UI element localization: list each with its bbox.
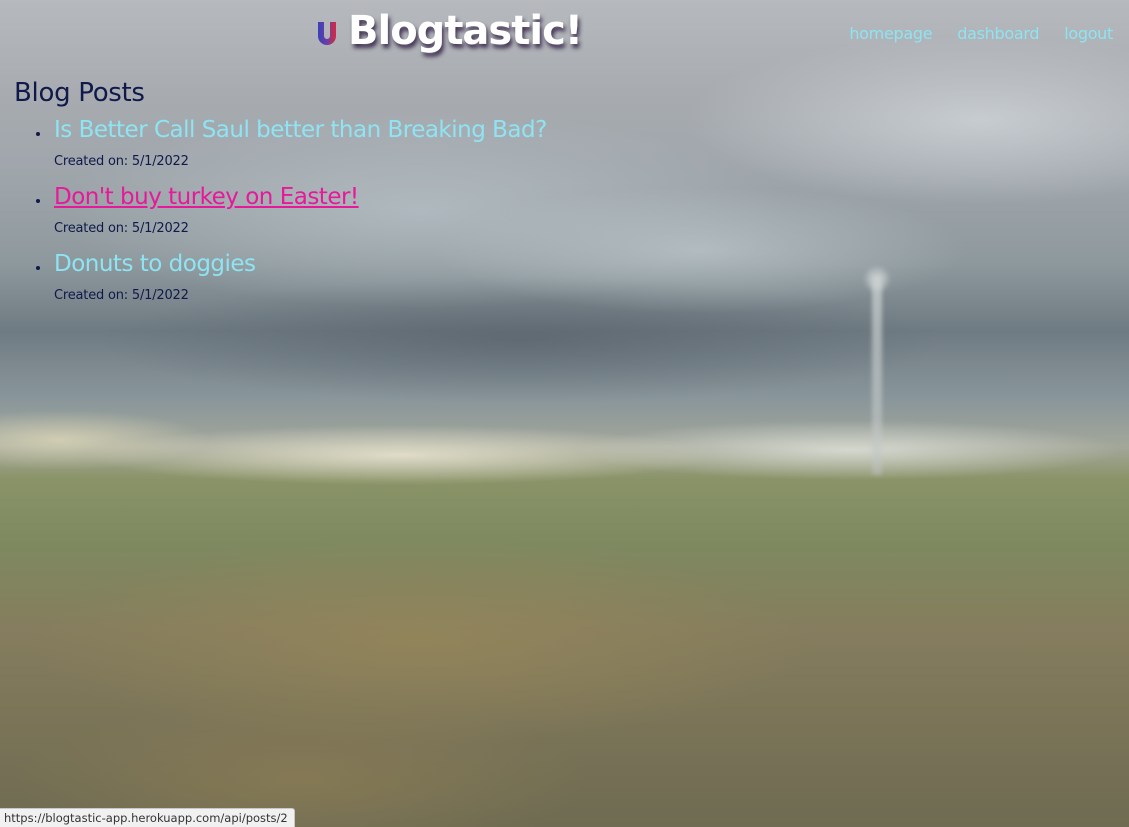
post-date: Created on: 5/1/2022 <box>54 288 189 303</box>
post-date: Created on: 5/1/2022 <box>54 154 189 169</box>
nav-homepage[interactable]: homepage <box>849 24 932 43</box>
post-title-link[interactable]: Donuts to doggies <box>54 248 256 280</box>
nav-dashboard[interactable]: dashboard <box>957 24 1039 43</box>
post-title-link[interactable]: Don't buy turkey on Easter! <box>54 181 359 213</box>
post-item: Don't buy turkey on Easter! Created on: … <box>14 181 547 236</box>
post-date: Created on: 5/1/2022 <box>54 221 189 236</box>
bullet-icon <box>36 199 40 203</box>
site-title[interactable]: Blogtastic! <box>348 8 583 54</box>
site-header: Blogtastic! homepage dashboard logout <box>0 0 1129 70</box>
bullet-icon <box>36 132 40 136</box>
page-title: Blog Posts <box>14 78 145 108</box>
main-content: Blog Posts Is Better Call Saul better th… <box>14 78 547 315</box>
nav-logout[interactable]: logout <box>1064 24 1113 43</box>
post-item: Donuts to doggies Created on: 5/1/2022 <box>14 248 547 303</box>
brand[interactable]: Blogtastic! <box>316 8 583 54</box>
post-title-link[interactable]: Is Better Call Saul better than Breaking… <box>54 114 547 146</box>
post-item: Is Better Call Saul better than Breaking… <box>14 114 547 169</box>
bullet-icon <box>36 266 40 270</box>
post-list: Is Better Call Saul better than Breaking… <box>14 114 547 303</box>
main-nav: homepage dashboard logout <box>849 24 1113 43</box>
magnet-icon <box>318 22 336 45</box>
browser-status-url: https://blogtastic-app.herokuapp.com/api… <box>0 808 295 827</box>
background-turbine-pole <box>872 275 882 475</box>
